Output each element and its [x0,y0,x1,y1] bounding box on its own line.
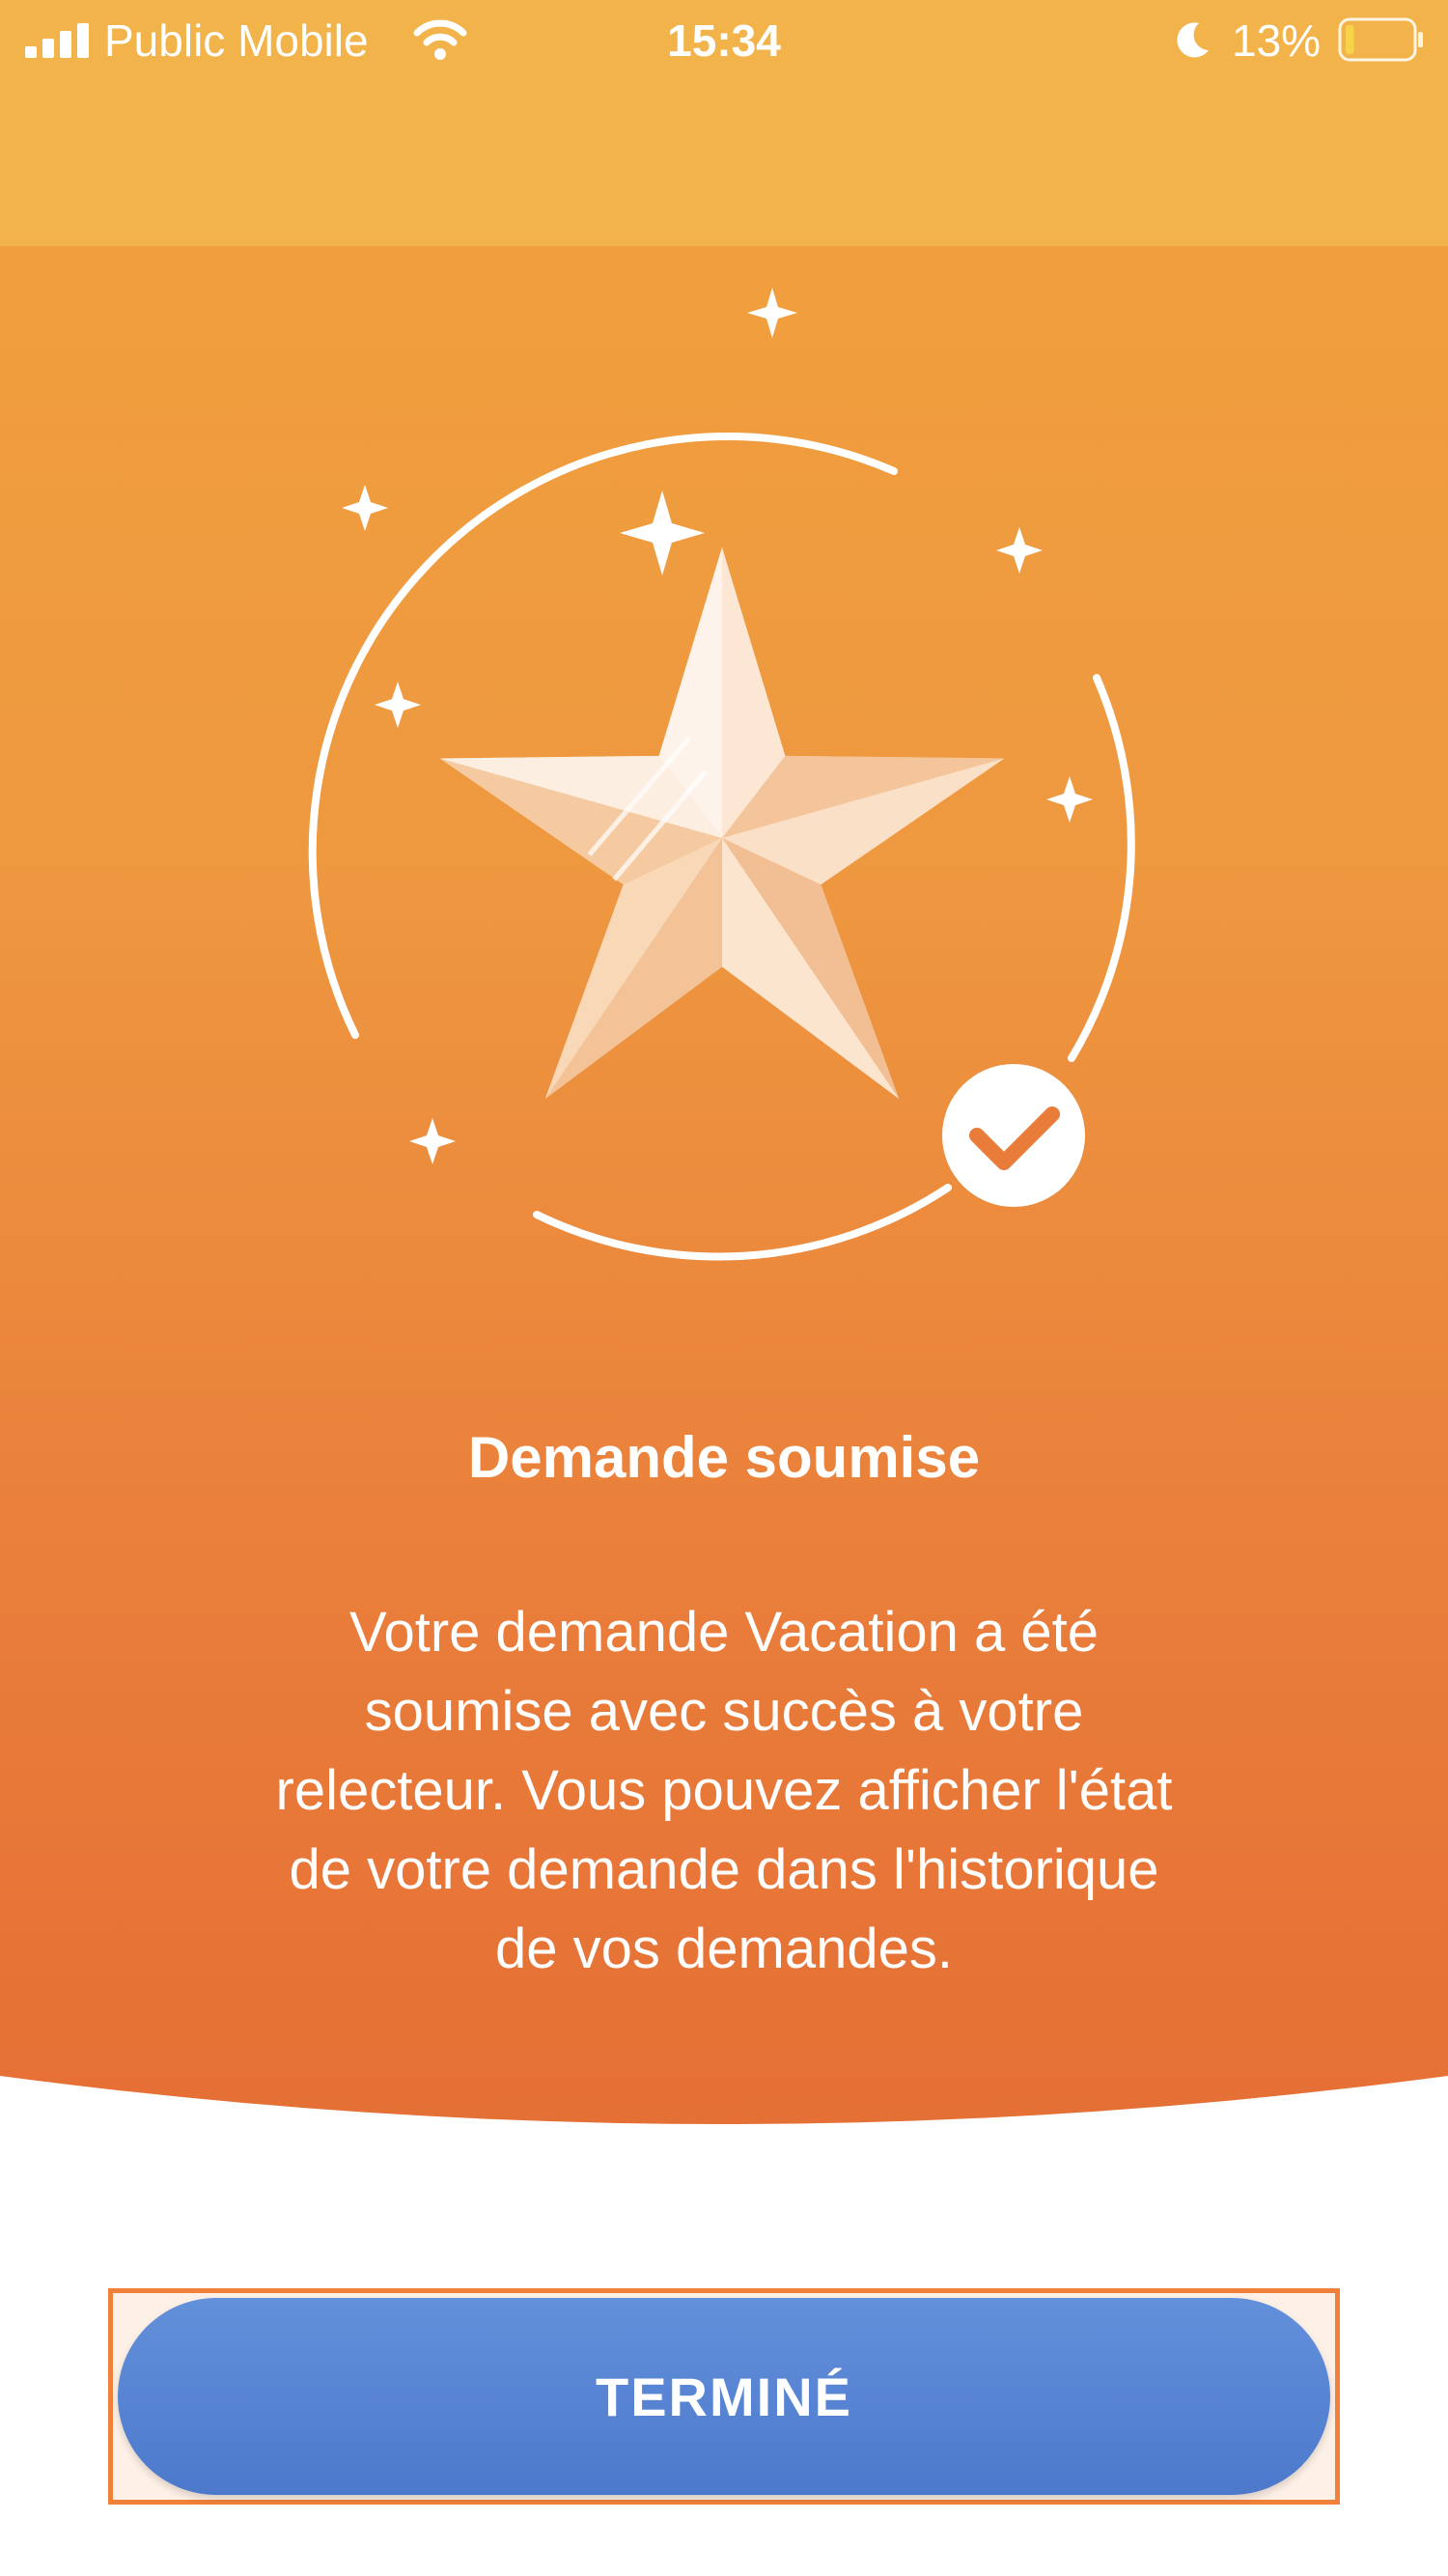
message-line: Votre demande Vacation a été [348,1601,1100,1664]
ring-arc-right [1068,674,1135,1062]
confirmation-title: Demande soumise [467,1425,981,1490]
ring-arc-bottom [533,1184,952,1261]
star-icon [439,547,1005,1100]
message-line: soumise avec succès à votre [364,1680,1084,1743]
message-line: relecteur. Vous pouvez afficher l'état [275,1759,1173,1822]
status-bar: Public Mobile 15:34 13% [0,0,1448,85]
message-line: de votre demande dans l'historique [289,1838,1159,1901]
check-badge-icon [942,1064,1085,1207]
battery-percent: 13% [1232,15,1322,66]
battery-icon [1338,17,1423,62]
message-line: de vos demandes. [495,1918,953,1980]
hero-curve [0,2076,1448,2153]
moon-icon [1177,22,1209,58]
done-button[interactable]: TERMINÉ [118,2298,1330,2495]
success-illustration [308,288,1135,1261]
confirmation-message: Votre demande Vacation a été soumise ave… [154,1593,1294,1989]
done-button-highlight: TERMINÉ [108,2288,1340,2505]
status-time: 15:34 [667,15,781,66]
